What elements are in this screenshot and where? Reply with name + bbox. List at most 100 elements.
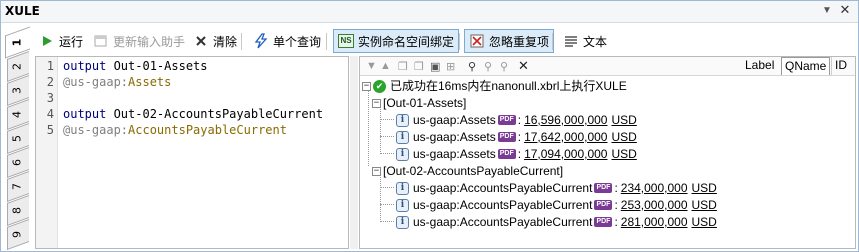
copy-all-icon[interactable]: ❐ [414,60,424,73]
tab-label: 7 [10,183,24,190]
tree-connector [380,109,381,154]
pdf-badge-icon[interactable]: PDF [497,132,516,142]
unit-link[interactable]: USD [692,180,717,196]
code-concept: AccountsPayableCurrent [128,123,287,137]
unit-link[interactable]: USD [692,197,717,213]
ignore-duplicate-icon [469,33,485,49]
concept-qname: us-gaap:Assets [413,113,496,127]
fact-value-link[interactable]: 234,000,000 [621,180,688,196]
result-item-row[interactable]: i us-gaap:AccountsPayableCurrent PDF : 2… [396,180,717,196]
unit-link[interactable]: USD [611,129,636,145]
result-group-row[interactable]: − [Out-02-AccountsPayableCurrent] [372,163,563,179]
code-prefix: @us-gaap: [63,123,129,137]
collapse-arrow-icon[interactable]: ▼ [820,4,834,18]
view-tab-id[interactable]: ID [831,57,850,75]
ignore-duplicates-toggle[interactable]: 忽略重复项 [464,29,555,53]
refresh-window-icon [93,33,109,49]
toolbar-divider [552,33,553,50]
unit-link[interactable]: USD [611,112,636,128]
fact-value-link[interactable]: 253,000,000 [621,197,688,213]
text-view-label: 文本 [583,34,608,49]
pdf-badge-icon[interactable]: PDF [594,217,613,227]
status-row[interactable]: − ✔ 已成功在16ms内在nanonull.xbrl上执行XULE [362,78,627,94]
clear-button[interactable]: 清除 [189,29,241,53]
xule-window: XULE ▼ ✕ 1 2 3 4 5 6 7 8 9 运行 更新输入助手 清除 … [0,0,859,252]
pdf-badge-icon[interactable]: PDF [497,115,516,125]
window-title: XULE [5,4,40,18]
result-item-row[interactable]: i us-gaap:AccountsPayableCurrent PDF : 2… [396,214,717,230]
clear-label: 清除 [213,34,238,49]
find-previous-icon[interactable]: ⚲ [500,60,508,73]
view-tab-qname[interactable]: QName [781,57,831,75]
instance-namespace-binding-toggle[interactable]: NS 实例命名空间绑定 [333,29,460,53]
result-item-row[interactable]: i us-gaap:AccountsPayableCurrent PDF : 2… [396,197,717,213]
separator-colon: : [517,147,522,161]
code-line: @us-gaap:Assets [63,75,171,89]
info-item-icon: i [396,181,409,195]
xule-code-editor[interactable]: 1 2 3 4 5 output Out-01-Assets @us-gaap:… [35,56,349,249]
instance-ns-label: 实例命名空间绑定 [358,34,455,49]
results-toolbar: ▼ ▲ ❐ ❐ ▣ ⊞ ⚲ ⚲ ⚲ ✕ Label QName ID [360,57,855,76]
fact-value-link[interactable]: 17,094,000,000 [524,146,607,162]
collapse-toggle-icon[interactable]: − [372,166,381,176]
unit-link[interactable]: USD [692,214,717,230]
fact-value-link[interactable]: 17,642,000,000 [524,129,607,145]
line-number: 3 [46,91,54,105]
result-group-row[interactable]: − [Out-01-Assets] [372,95,466,111]
text-lines-icon [563,33,579,49]
close-icon[interactable]: ✕ [838,3,852,17]
pdf-badge-icon[interactable]: PDF [594,200,613,210]
code-concept: Assets [128,75,172,89]
tab-label: 8 [10,207,24,214]
separator-colon: : [614,215,618,229]
unit-link[interactable]: USD [611,146,636,162]
line-number: 5 [46,123,54,137]
status-message: 已成功在16ms内在nanonull.xbrl上执行XULE [390,79,627,93]
tree-connector [380,221,394,222]
code-keyword: output [63,59,107,73]
text-view-button[interactable]: 文本 [559,29,611,53]
info-item-icon: i [396,198,409,212]
code-text: Out-02-AccountsPayableCurrent [106,107,324,121]
toolbar-divider [326,33,327,50]
concept-qname: us-gaap:AccountsPayableCurrent [413,181,593,195]
tab-label: 9 [10,231,24,238]
pdf-badge-icon[interactable]: PDF [497,149,516,159]
code-line: output Out-01-Assets [63,59,208,73]
fact-value-link[interactable]: 16,596,000,000 [524,112,607,128]
pdf-badge-icon[interactable]: PDF [594,183,613,193]
find-next-icon[interactable]: ⚲ [484,60,492,73]
result-item-row[interactable]: i us-gaap:Assets PDF : 17,642,000,000 US… [396,129,637,145]
fact-value-link[interactable]: 281,000,000 [621,214,688,230]
collapse-toggle-icon[interactable]: − [372,98,381,108]
arrow-up-icon[interactable]: ▲ [380,60,391,72]
success-check-icon: ✔ [373,79,386,93]
toolbar-divider [459,33,460,50]
code-prefix: @us-gaap: [63,75,129,89]
ns-badge-icon: NS [338,34,354,48]
collapse-toggle-icon[interactable]: − [362,81,371,91]
copy-table-icon[interactable]: ▣ [430,60,440,73]
copy-icon[interactable]: ❐ [398,60,408,73]
update-helper-label: 更新输入助手 [113,34,186,49]
expand-icon[interactable]: ⊞ [446,60,455,73]
find-icon[interactable]: ⚲ [468,60,476,73]
arrow-down-icon[interactable]: ▼ [366,60,377,72]
info-item-icon: i [396,147,409,161]
update-helper-button[interactable]: 更新输入助手 [89,29,189,53]
result-item-row[interactable]: i us-gaap:Assets PDF : 17,094,000,000 US… [396,146,637,162]
single-query-button[interactable]: 单个查询 [249,29,325,53]
play-icon [39,33,55,49]
clear-x-icon [193,33,209,49]
separator-colon: : [517,130,522,144]
run-button[interactable]: 运行 [35,29,87,53]
separator-colon: : [614,198,618,212]
info-item-icon: i [396,215,409,229]
line-number: 2 [46,75,54,89]
clear-results-icon[interactable]: ✕ [518,58,529,74]
tab-label: 6 [10,159,24,166]
view-tab-label[interactable]: Label [742,57,777,75]
pane-splitter[interactable] [350,56,358,249]
tree-connector [380,119,394,120]
result-item-row[interactable]: i us-gaap:Assets PDF : 16,596,000,000 US… [396,112,637,128]
